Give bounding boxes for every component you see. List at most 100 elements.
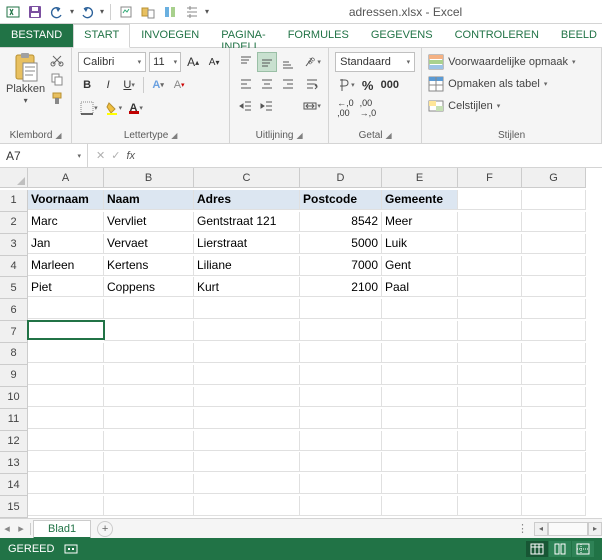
cell[interactable]: Luik [382,234,458,254]
tab-start[interactable]: START [73,24,130,48]
cell[interactable] [300,299,382,319]
paste-button[interactable]: Plakken ▾ [6,52,45,106]
cell[interactable] [104,299,194,319]
fill-color-icon[interactable]: ▾ [103,98,125,118]
tab-formulas[interactable]: FORMULES [277,24,360,47]
cell[interactable] [522,321,586,341]
italic-button[interactable]: I [99,75,117,95]
row-head[interactable]: 1 [0,190,28,212]
cell[interactable] [382,321,458,341]
paste-dropdown-icon[interactable]: ▾ [24,96,28,105]
row-head[interactable]: 14 [0,474,28,496]
cell[interactable]: Gent [382,256,458,276]
borders-icon[interactable]: ▾ [78,98,100,118]
cell[interactable] [104,387,194,407]
col-head-D[interactable]: D [300,168,382,188]
cell[interactable] [522,299,586,319]
cell[interactable] [522,212,586,232]
cell[interactable] [104,343,194,363]
cell[interactable] [382,299,458,319]
cell[interactable] [194,299,300,319]
number-format-select[interactable]: Standaard▾ [335,52,415,72]
row-head[interactable]: 8 [0,343,28,365]
active-cell[interactable] [27,320,105,340]
cell[interactable] [522,277,586,297]
cell[interactable] [194,409,300,429]
row-head[interactable]: 9 [0,365,28,387]
comma-icon[interactable]: 000 [379,75,401,95]
cell[interactable]: Marc [28,212,104,232]
wrap-text-icon[interactable] [302,74,322,94]
underline-button[interactable]: U▾ [120,75,138,95]
tab-layout[interactable]: PAGINA-INDELI [210,24,276,47]
cell[interactable] [28,365,104,385]
cell[interactable] [458,234,522,254]
cell[interactable] [28,299,104,319]
cell[interactable] [300,365,382,385]
select-all-button[interactable] [0,168,28,188]
cell[interactable]: 2100 [300,277,382,297]
cell[interactable] [458,474,522,494]
decrease-indent-icon[interactable] [236,96,256,116]
row-head[interactable]: 6 [0,299,28,321]
cell[interactable] [522,474,586,494]
cell[interactable] [300,321,382,341]
cell[interactable] [382,431,458,451]
cell[interactable] [104,431,194,451]
decrease-font-icon[interactable]: A▾ [205,52,223,72]
cell[interactable] [458,409,522,429]
row-head[interactable]: 15 [0,496,28,518]
tab-file[interactable]: BESTAND [0,24,73,47]
tab-data[interactable]: GEGEVENS [360,24,444,47]
increase-font-icon[interactable]: A▴ [184,52,202,72]
cell[interactable] [194,452,300,472]
cell[interactable] [28,409,104,429]
cell[interactable] [522,452,586,472]
cell[interactable] [458,277,522,297]
cell[interactable] [522,409,586,429]
cell[interactable] [458,343,522,363]
font-color-icon[interactable]: A▾ [127,98,145,118]
enter-formula-icon[interactable]: ✓ [111,149,120,162]
cell[interactable] [104,496,194,516]
row-head[interactable]: 12 [0,431,28,453]
cell[interactable]: Kertens [104,256,194,276]
cell[interactable] [300,474,382,494]
hscroll-left-icon[interactable]: ◂ [534,522,548,536]
align-top-icon[interactable] [236,52,256,72]
align-launcher-icon[interactable]: ◢ [296,131,302,140]
cell[interactable]: Gentstraat 121 [194,212,300,232]
cell[interactable]: Kurt [194,277,300,297]
cell[interactable]: 7000 [300,256,382,276]
cell[interactable] [458,256,522,276]
format-as-table-button[interactable]: Opmaken als tabel▾ [428,74,595,94]
number-launcher-icon[interactable]: ◢ [386,131,392,140]
cell[interactable] [382,474,458,494]
add-sheet-button[interactable]: + [97,521,113,537]
cell[interactable]: Gemeente [382,190,458,210]
cell[interactable] [522,387,586,407]
tab-review[interactable]: CONTROLEREN [444,24,550,47]
cell[interactable] [104,452,194,472]
cell[interactable] [300,452,382,472]
tab-insert[interactable]: INVOEGEN [130,24,210,47]
qat-more-icon[interactable]: ▾ [205,7,209,16]
redo-dropdown-icon[interactable]: ▾ [100,7,104,16]
col-head-A[interactable]: A [28,168,104,188]
cell[interactable] [522,365,586,385]
sheet-tab-blad1[interactable]: Blad1 [33,520,91,539]
sheet-nav-next-icon[interactable]: ▸ [14,519,28,538]
cell[interactable]: Liliane [194,256,300,276]
row-head[interactable]: 5 [0,277,28,299]
hscroll-track[interactable] [548,522,588,536]
formula-input[interactable] [143,144,602,167]
cell[interactable] [28,343,104,363]
qat-icon-3[interactable] [161,3,179,21]
cell[interactable] [300,496,382,516]
clipboard-launcher-icon[interactable]: ◢ [55,131,61,140]
cell[interactable] [194,343,300,363]
sheet-nav-prev-icon[interactable]: ◂ [0,519,14,538]
cell[interactable]: Piet [28,277,104,297]
conditional-formatting-button[interactable]: Voorwaardelijke opmaak▾ [428,52,595,72]
view-page-layout-icon[interactable] [549,541,571,557]
